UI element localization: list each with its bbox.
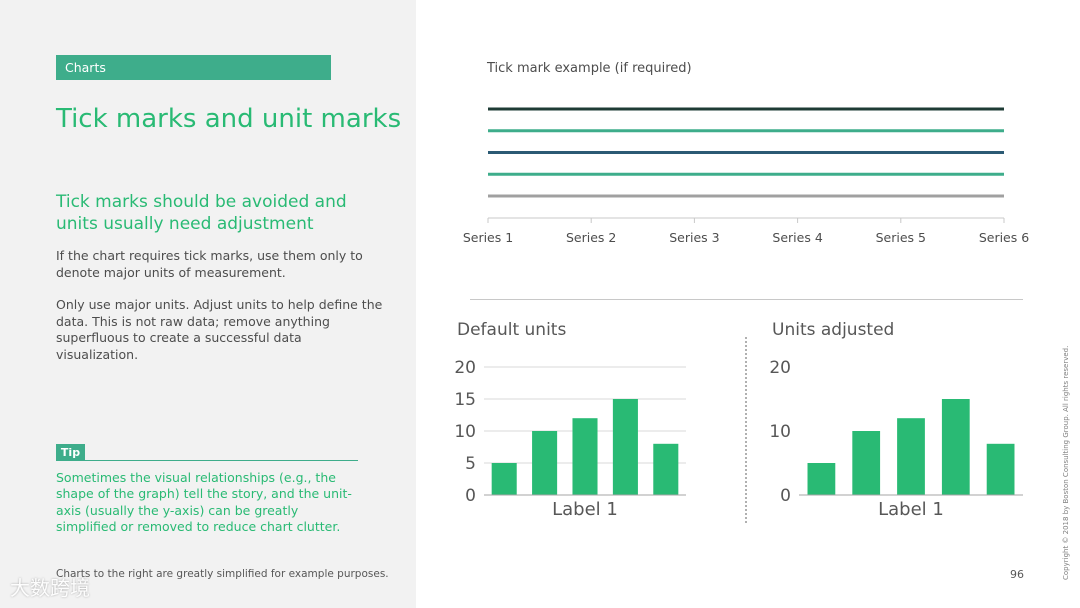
units-adjusted-y-tick-label: 0: [780, 486, 791, 506]
default-units-y-tick-label: 0: [465, 486, 476, 506]
charts-canvas: Series 1 Series 2 Series 3 Series 4 Series 5…: [454, 107, 1029, 520]
units-adjusted-bar-2: [852, 431, 881, 495]
units-adjusted-y-tick-label: 20: [769, 358, 791, 378]
default-units-bar-4: [612, 399, 638, 495]
x-tick-label: Series 2: [566, 230, 616, 245]
units-adjusted-bar-1: [807, 463, 836, 495]
default-units-y-tick-label: 15: [454, 390, 476, 410]
x-tick-label: Series 5: [876, 230, 926, 245]
default-units-y-tick-label: 5: [465, 454, 476, 474]
x-tick-label: Series 1: [463, 230, 513, 245]
default-units-y-tick-label: 20: [454, 358, 476, 378]
default-units-bar-5: [653, 443, 679, 495]
x-tick-label: Series 6: [979, 230, 1029, 245]
units-adjusted-y-tick-label: 10: [769, 422, 791, 442]
default-units-bar-2: [532, 431, 558, 495]
x-tick-label: Series 4: [772, 230, 822, 245]
x-tick-label: Series 3: [669, 230, 719, 245]
units-adjusted-x-axis-label: Label 1: [878, 499, 944, 520]
units-adjusted-bar-4: [941, 399, 970, 495]
units-adjusted-bar-5: [986, 443, 1015, 495]
units-adjusted-bar-3: [897, 418, 925, 495]
default-units-x-axis-label: Label 1: [552, 499, 618, 520]
default-units-bar-1: [491, 463, 517, 495]
default-units-bar-3: [572, 418, 598, 495]
default-units-y-tick-label: 10: [454, 422, 476, 442]
